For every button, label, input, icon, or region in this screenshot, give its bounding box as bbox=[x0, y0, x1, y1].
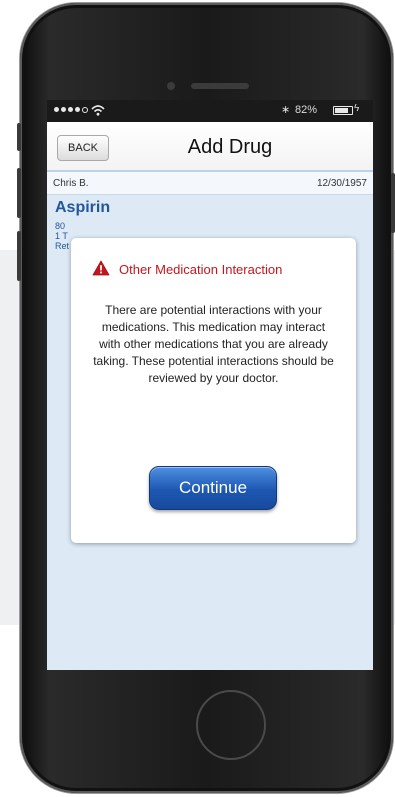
interaction-alert-dialog: Other Medication Interaction There are p… bbox=[71, 238, 356, 543]
power-button bbox=[391, 173, 395, 233]
battery-icon bbox=[333, 106, 353, 115]
charging-icon: ϟ bbox=[354, 103, 360, 114]
camera-dot bbox=[167, 82, 175, 90]
drug-detail-line: 1 T bbox=[55, 231, 68, 241]
status-bar: ∗ 82% ϟ bbox=[47, 100, 373, 122]
patient-dob: 12/30/1957 bbox=[316, 178, 367, 189]
battery-percent: 82% bbox=[295, 104, 318, 116]
nav-bar: BACK Add Drug bbox=[47, 122, 373, 172]
drug-detail-line: Ret bbox=[55, 241, 70, 251]
bluetooth-icon: ∗ bbox=[281, 104, 291, 116]
continue-button[interactable]: Continue bbox=[149, 466, 277, 510]
volume-down-button bbox=[17, 231, 21, 281]
drug-name: Aspirin bbox=[55, 199, 111, 216]
volume-up-button bbox=[17, 168, 21, 218]
patient-name: Chris B. bbox=[53, 178, 89, 189]
content-area: Chris B. 12/30/1957 Aspirin 80 1 T Ret O… bbox=[47, 172, 373, 670]
home-button[interactable] bbox=[196, 690, 266, 760]
warning-icon bbox=[92, 260, 110, 276]
drug-detail-line: 80 bbox=[55, 221, 66, 231]
patient-info-row: Chris B. 12/30/1957 bbox=[47, 172, 373, 195]
signal-strength-icon bbox=[54, 107, 88, 113]
page-title: Add Drug bbox=[187, 136, 273, 158]
dialog-title: Other Medication Interaction bbox=[119, 262, 283, 277]
dialog-message: There are potential interactions with yo… bbox=[93, 303, 334, 385]
wifi-icon bbox=[91, 105, 105, 116]
earpiece-speaker bbox=[191, 83, 249, 89]
phone-screen: ∗ 82% ϟ BACK Add Drug Chris B. 12/30/195… bbox=[47, 100, 373, 670]
mute-switch bbox=[17, 123, 21, 151]
battery-fill bbox=[335, 108, 348, 113]
